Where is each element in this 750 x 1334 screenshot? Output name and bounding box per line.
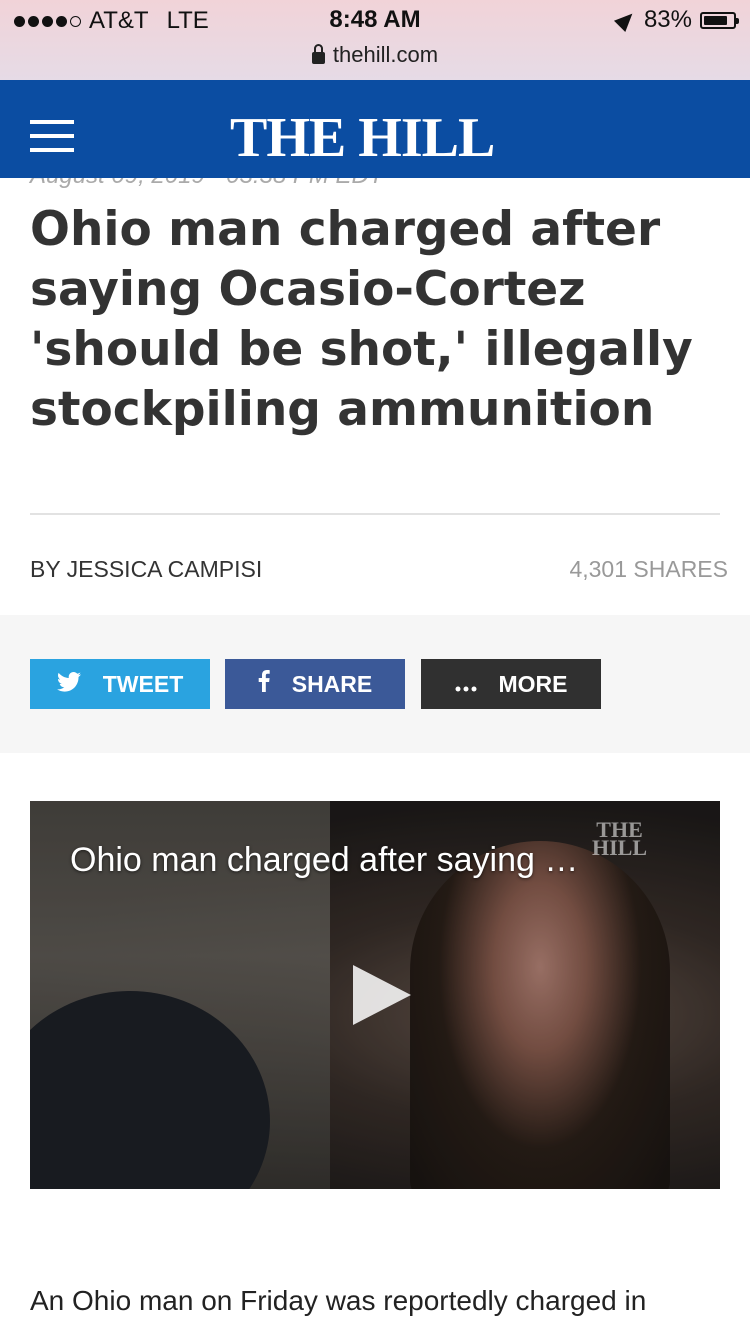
video-watermark-logo: THE HILL [592, 817, 648, 860]
video-player[interactable]: Ohio man charged after saying … THE HILL [30, 801, 720, 1189]
share-count-label: SHARES [633, 556, 728, 582]
location-arrow-icon [613, 7, 638, 33]
battery-icon [700, 11, 739, 29]
site-header: THE HILL [0, 80, 750, 178]
battery-percent: 83% [643, 6, 692, 33]
hamburger-menu-icon[interactable] [30, 120, 74, 154]
twitter-bird-icon [56, 669, 81, 699]
share-count: 4,301 SHARES [569, 556, 728, 583]
video-title: Ohio man charged after saying … [70, 841, 579, 879]
facebook-share-button[interactable]: SHARE [225, 659, 405, 709]
article-byline[interactable]: BY JESSICA CAMPISI [30, 556, 262, 583]
facebook-icon [258, 669, 270, 699]
site-logo[interactable]: THE HILL [230, 106, 495, 170]
url-text: thehill.com [332, 42, 439, 67]
more-share-button[interactable]: MORE [421, 659, 601, 709]
play-icon[interactable] [353, 965, 411, 1025]
more-label: MORE [498, 670, 568, 697]
facebook-share-label: SHARE [291, 670, 373, 697]
more-dots-icon [455, 669, 477, 699]
status-right: 83% [613, 6, 739, 34]
share-count-number: 4,301 [569, 556, 628, 582]
tweet-label: TWEET [102, 670, 184, 697]
lock-icon [311, 43, 325, 64]
share-bar: TWEET SHARE MORE [0, 615, 750, 753]
article-headline: Ohio man charged after saying Ocasio-Cor… [30, 202, 693, 437]
status-bar: AT&T LTE 8:48 AM 83% thehill.com [0, 0, 750, 80]
article-body-text: An Ohio man on Friday was reportedly cha… [30, 1285, 647, 1316]
divider [30, 513, 720, 515]
address-bar[interactable]: thehill.com [0, 42, 750, 68]
tweet-button[interactable]: TWEET [30, 659, 210, 709]
